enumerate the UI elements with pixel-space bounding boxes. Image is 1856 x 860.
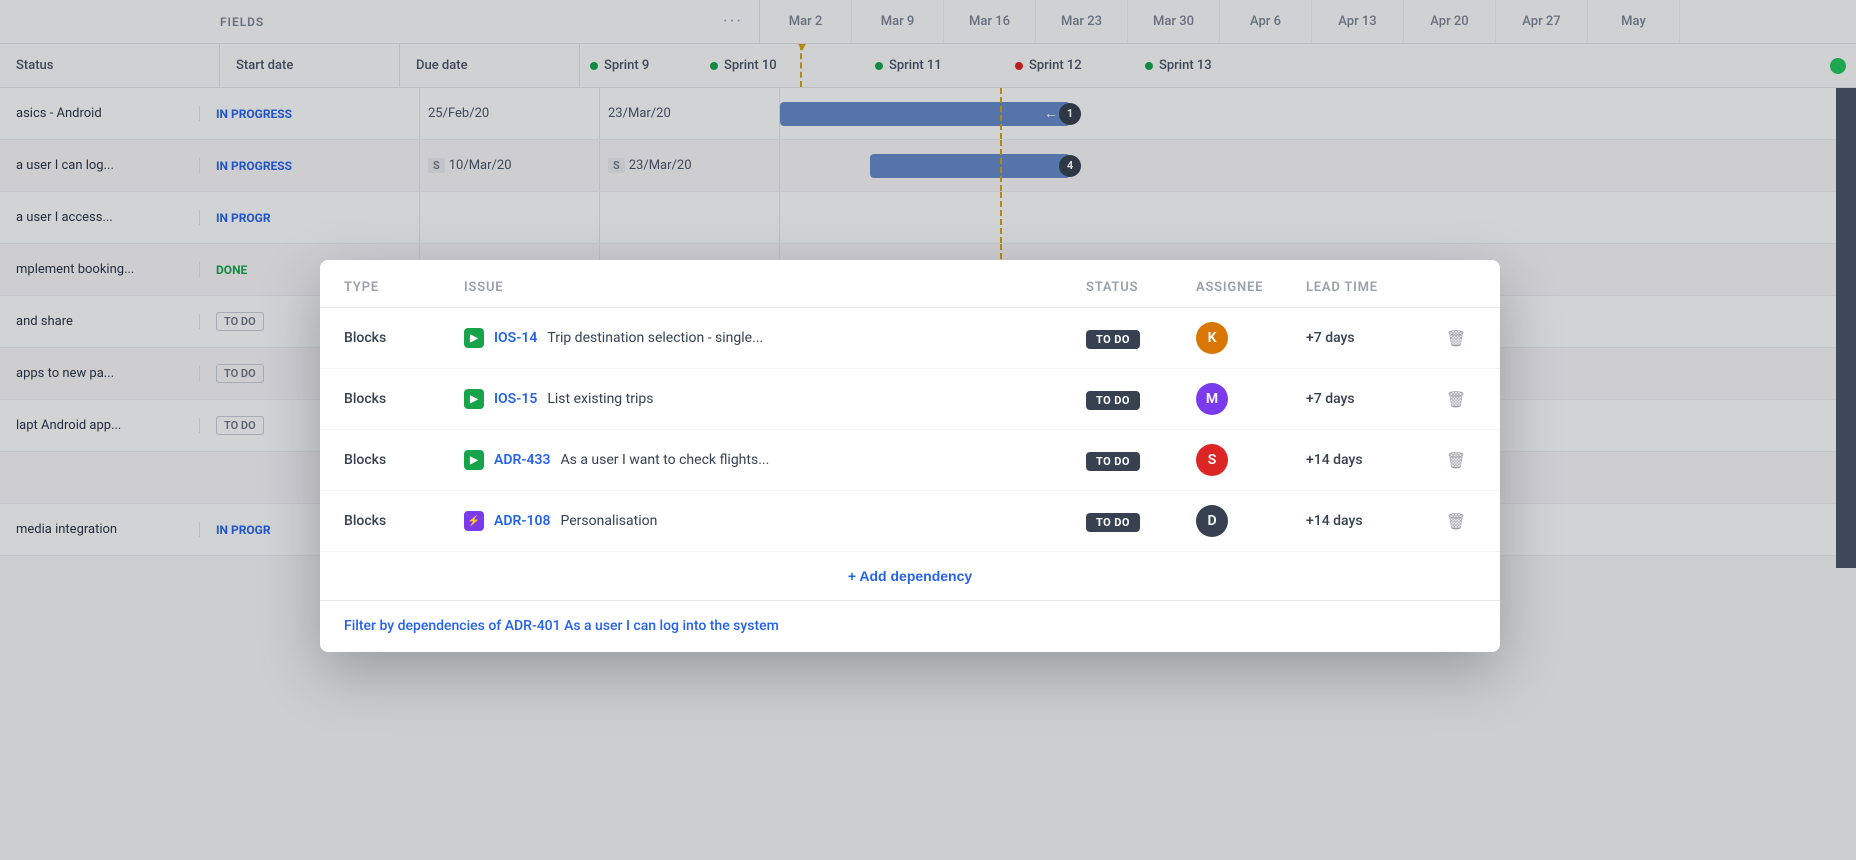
filter-link[interactable]: Filter by dependencies of ADR-401 As a u… — [344, 618, 779, 634]
dep-lead-time-cell: +14 days — [1306, 452, 1436, 468]
todo-status-badge: TO DO — [1086, 391, 1140, 410]
modal-type-header: Type — [344, 280, 464, 295]
dep-delete-cell[interactable]: 🗑 — [1436, 390, 1476, 409]
dep-assignee-cell: D — [1196, 505, 1306, 537]
issue-title: As a user I want to check flights... — [561, 452, 770, 468]
dep-status-cell: TO DO — [1086, 389, 1196, 410]
dep-issue-cell: ⚡ ADR-108 Personalisation — [464, 511, 1086, 531]
issue-title: List existing trips — [547, 391, 653, 407]
dep-delete-cell[interactable]: 🗑 — [1436, 329, 1476, 348]
issue-type-icon: ▶ — [464, 328, 484, 348]
dep-type-cell: Blocks — [344, 513, 464, 529]
issue-id[interactable]: ADR-433 — [494, 452, 551, 468]
add-dependency-row: + Add dependency — [320, 551, 1500, 600]
todo-status-badge: TO DO — [1086, 330, 1140, 349]
modal-assignee-header: Assignee — [1196, 280, 1306, 295]
dependency-row[interactable]: Blocks▶ IOS-14 Trip destination selection … — [320, 308, 1500, 369]
avatar: S — [1196, 444, 1228, 476]
dependency-modal: Type Issue Status Assignee Lead time Blo… — [320, 260, 1500, 652]
dep-lead-time-cell: +7 days — [1306, 330, 1436, 346]
dependency-row[interactable]: Blocks▶ IOS-15 List existing trips TO DO M +7… — [320, 369, 1500, 430]
modal-lead-time-header: Lead time — [1306, 280, 1436, 295]
modal-header-row: Type Issue Status Assignee Lead time — [320, 260, 1500, 308]
dep-delete-cell[interactable]: 🗑 — [1436, 451, 1476, 470]
issue-title: Personalisation — [561, 513, 658, 529]
modal-data-rows: Blocks▶IOS-14Trip destination selection … — [320, 308, 1500, 551]
dependency-row[interactable]: Blocks▶ ADR-433 As a user I want to check … — [320, 430, 1500, 491]
dep-issue-cell: ▶ IOS-14 Trip destination selection - sing… — [464, 328, 1086, 348]
dep-issue-cell: ▶ ADR-433 As a user I want to check flight… — [464, 450, 1086, 470]
issue-type-icon: ▶ — [464, 389, 484, 409]
todo-status-badge: TO DO — [1086, 452, 1140, 471]
issue-type-icon: ⚡ — [464, 511, 484, 531]
modal-issue-header: Issue — [464, 280, 1086, 295]
dep-assignee-cell: S — [1196, 444, 1306, 476]
dep-type-cell: Blocks — [344, 452, 464, 468]
dep-issue-cell: ▶ IOS-15 List existing trips — [464, 389, 1086, 409]
todo-status-badge: TO DO — [1086, 513, 1140, 532]
issue-title: Trip destination selection - single... — [547, 330, 763, 346]
filter-row: Filter by dependencies of ADR-401 As a u… — [320, 600, 1500, 652]
add-dependency-button[interactable]: + Add dependency — [848, 568, 972, 584]
issue-type-icon: ▶ — [464, 450, 484, 470]
dep-delete-cell[interactable]: 🗑 — [1436, 512, 1476, 531]
issue-id[interactable]: ADR-108 — [494, 513, 551, 529]
dep-status-cell: TO DO — [1086, 511, 1196, 532]
dependency-row[interactable]: Blocks⚡ ADR-108 Personalisation TO DO D +14 d… — [320, 491, 1500, 551]
dep-assignee-cell: M — [1196, 383, 1306, 415]
dep-assignee-cell: K — [1196, 322, 1306, 354]
modal-status-header: Status — [1086, 280, 1196, 295]
avatar: M — [1196, 383, 1228, 415]
dep-type-cell: Blocks — [344, 330, 464, 346]
dep-lead-time-cell: +14 days — [1306, 513, 1436, 529]
issue-id[interactable]: IOS-14 — [494, 330, 537, 346]
dependency-table: Type Issue Status Assignee Lead time Blo… — [320, 260, 1500, 652]
dep-type-cell: Blocks — [344, 391, 464, 407]
dep-lead-time-cell: +7 days — [1306, 391, 1436, 407]
dep-status-cell: TO DO — [1086, 450, 1196, 471]
avatar: D — [1196, 505, 1228, 537]
issue-id[interactable]: IOS-15 — [494, 391, 537, 407]
dep-status-cell: TO DO — [1086, 328, 1196, 349]
avatar: K — [1196, 322, 1228, 354]
